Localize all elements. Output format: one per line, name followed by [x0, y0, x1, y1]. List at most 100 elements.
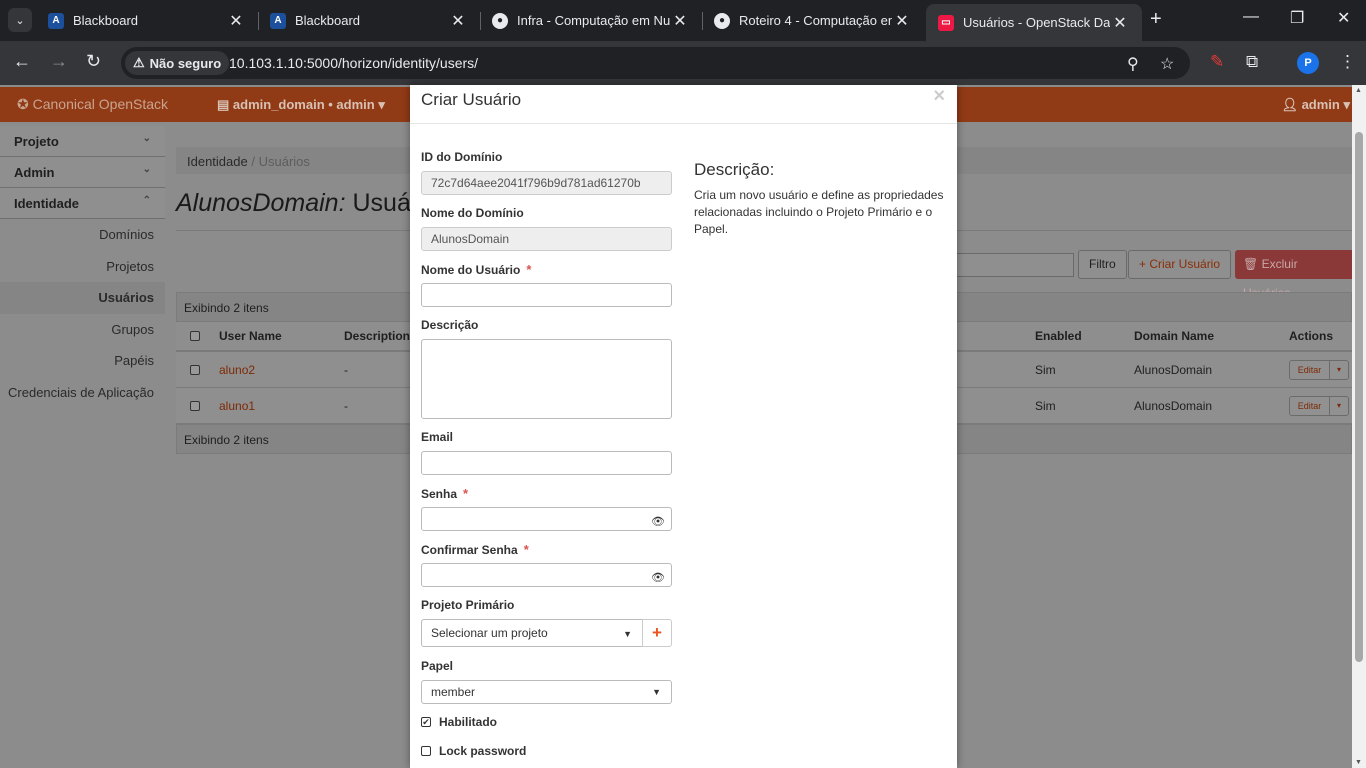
openstack-icon: ▭: [938, 14, 954, 31]
profile-avatar[interactable]: P: [1297, 52, 1319, 74]
enabled-checkbox[interactable]: ✔: [421, 717, 431, 727]
close-tab-icon[interactable]: ✕: [1110, 13, 1130, 33]
sidebar-item-papeis[interactable]: Papéis: [0, 345, 165, 377]
pen-extension-icon[interactable]: ✎: [1210, 52, 1224, 72]
forward-icon[interactable]: →: [50, 51, 68, 72]
primary-project-label: Projeto Primário: [421, 598, 515, 612]
scroll-down-icon[interactable]: ▼: [1355, 759, 1362, 766]
menu-kebab-icon[interactable]: ⋮: [1339, 52, 1356, 72]
sidebar-item-grupos[interactable]: Grupos: [0, 314, 165, 346]
tab-search-button[interactable]: ⌄: [8, 8, 32, 32]
minimize-icon[interactable]: —: [1243, 8, 1259, 26]
row-checkbox[interactable]: [190, 400, 200, 411]
lock-password-checkbox-row[interactable]: Lock password: [421, 744, 526, 758]
filter-input[interactable]: [956, 253, 1074, 277]
grid-icon: ▤: [217, 97, 233, 112]
modal-header: Criar Usuário ×: [410, 85, 957, 124]
col-user-name[interactable]: User Name: [219, 322, 282, 350]
sidebar-item-credenciais[interactable]: Credenciais de Aplicação: [0, 377, 165, 409]
create-user-button[interactable]: + Criar Usuário: [1128, 250, 1232, 279]
edit-button[interactable]: Editar: [1290, 361, 1330, 379]
browser-tab-5-active[interactable]: ▭ Usuários - OpenStack Dashb ✕: [926, 4, 1142, 41]
extensions-icon[interactable]: ⧉: [1246, 52, 1258, 72]
add-project-button[interactable]: +: [642, 619, 672, 647]
close-tab-icon[interactable]: ✕: [226, 11, 246, 31]
security-chip[interactable]: ⚠ Não seguro: [125, 51, 230, 75]
password-label: Senha *: [421, 486, 469, 501]
row-checkbox[interactable]: [190, 364, 200, 375]
new-tab-icon[interactable]: +: [1150, 8, 1162, 31]
caret-down-icon[interactable]: ▾: [1330, 361, 1348, 379]
browser-tabbar: ⌄ A Blackboard ✕ A Blackboard ✕ ● Infra …: [0, 0, 1366, 41]
caret-down-icon[interactable]: ▾: [1330, 397, 1348, 415]
domain-selector[interactable]: ▤ admin_domain • admin ▾: [217, 97, 385, 113]
close-tab-icon[interactable]: ✕: [448, 11, 468, 31]
required-asterisk: *: [523, 542, 529, 557]
browser-toolbar: ← → ↻ ⚠ Não seguro 10.103.1.10:5000/hori…: [0, 41, 1366, 85]
back-icon[interactable]: ←: [13, 51, 31, 72]
lock-password-checkbox[interactable]: [421, 746, 431, 756]
bookmark-star-icon[interactable]: ☆: [1160, 54, 1174, 74]
password-input[interactable]: 👁︎: [421, 507, 672, 531]
username-input[interactable]: [421, 283, 672, 307]
col-description[interactable]: Description: [344, 322, 410, 350]
reload-icon[interactable]: ↻: [86, 51, 101, 72]
col-enabled[interactable]: Enabled: [1035, 322, 1082, 350]
close-window-icon[interactable]: ✕: [1337, 8, 1350, 28]
sidebar-section-projeto[interactable]: Projeto ⌄: [0, 126, 165, 157]
restore-icon[interactable]: ❐: [1290, 8, 1304, 28]
eye-icon[interactable]: 👁︎: [651, 567, 665, 589]
breadcrumb-identidade[interactable]: Identidade: [187, 154, 248, 169]
domain-id-field: 72c7d64aee2041f796b9d781ad61270b: [421, 171, 672, 195]
browser-tab-4[interactable]: ● Roteiro 4 - Computação em ✕: [702, 0, 924, 41]
openstack-logo-icon: ✪: [17, 96, 33, 112]
eye-icon[interactable]: 👁︎: [651, 511, 665, 533]
scrollbar-thumb[interactable]: [1355, 132, 1363, 662]
delete-users-button[interactable]: 🗑︎ Excluir Usuários: [1235, 250, 1352, 300]
filter-button[interactable]: Filtro: [1078, 250, 1127, 279]
user-link[interactable]: aluno2: [219, 352, 255, 387]
brand-logo[interactable]: ✪ Canonical OpenStack: [17, 96, 168, 113]
tab-title: Infra - Computação em Nuvem: [517, 13, 670, 28]
sidebar-section-identidade[interactable]: Identidade ⌃: [0, 188, 165, 219]
email-input[interactable]: [421, 451, 672, 475]
user-menu[interactable]: 👤︎ admin ▾: [1281, 97, 1350, 113]
sidebar-item-dominios[interactable]: Domínios: [0, 219, 165, 251]
chevron-down-icon: ⌄: [142, 164, 151, 175]
primary-project-select[interactable]: Selecionar um projeto ▼: [421, 619, 643, 647]
url-text[interactable]: 10.103.1.10:5000/horizon/identity/users/: [229, 55, 478, 71]
browser-tab-3[interactable]: ● Infra - Computação em Nuvem ✕: [480, 0, 702, 41]
role-select[interactable]: member ▼: [421, 680, 672, 704]
browser-tab-1[interactable]: A Blackboard ✕: [36, 0, 258, 41]
description-cell: -: [344, 398, 348, 413]
domain-name-field: AlunosDomain: [421, 227, 672, 251]
sidebar-item-usuarios[interactable]: Usuários: [0, 282, 165, 314]
confirm-password-label: Confirmar Senha *: [421, 542, 529, 557]
enabled-checkbox-row[interactable]: ✔ Habilitado: [421, 715, 497, 729]
description-textarea[interactable]: [421, 339, 672, 419]
sidebar: Projeto ⌄ Admin ⌄ Identidade ⌃ Domínios Pro…: [0, 126, 165, 408]
close-tab-icon[interactable]: ✕: [670, 11, 690, 31]
plus-icon: +: [1139, 257, 1150, 271]
scroll-up-icon[interactable]: ▲: [1355, 87, 1362, 94]
user-link[interactable]: aluno1: [219, 388, 255, 423]
edit-button[interactable]: Editar: [1290, 397, 1330, 415]
help-title: Descrição:: [694, 160, 775, 179]
warning-icon: ⚠: [133, 55, 145, 70]
page-scrollbar[interactable]: ▲ ▼: [1352, 85, 1366, 768]
sidebar-item-projetos[interactable]: Projetos: [0, 251, 165, 283]
col-domain-name[interactable]: Domain Name: [1134, 322, 1214, 350]
address-bar[interactable]: ⚠ Não seguro 10.103.1.10:5000/horizon/id…: [121, 47, 1190, 79]
chevron-down-icon: ⌄: [142, 133, 151, 144]
domain-name-label: Nome do Domínio: [421, 206, 524, 220]
zoom-icon[interactable]: ⚲: [1127, 54, 1139, 74]
confirm-password-input[interactable]: 👁︎: [421, 563, 672, 587]
close-tab-icon[interactable]: ✕: [892, 11, 912, 31]
caret-down-icon: ▼: [652, 687, 661, 697]
description-label: Descrição: [421, 318, 479, 332]
select-all-checkbox[interactable]: [190, 331, 200, 341]
browser-tab-2[interactable]: A Blackboard ✕: [258, 0, 480, 41]
col-actions: Actions: [1289, 329, 1334, 343]
sidebar-section-admin[interactable]: Admin ⌄: [0, 157, 165, 188]
close-icon[interactable]: ×: [933, 85, 945, 108]
